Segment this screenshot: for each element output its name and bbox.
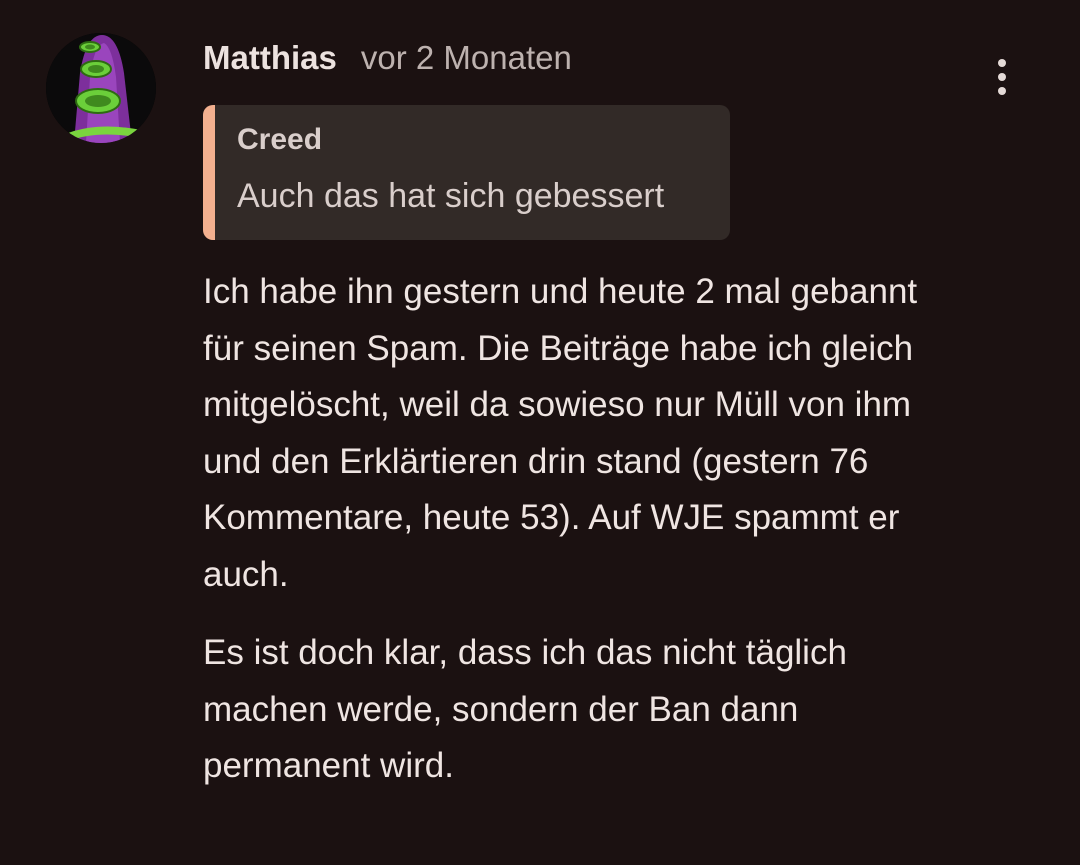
- comment-paragraph-1: Ich habe ihn gestern und heute 2 mal geb…: [203, 272, 918, 594]
- timestamp[interactable]: vor 2 Monaten: [361, 39, 572, 77]
- quote-text: Auch das hat sich gebessert: [237, 177, 665, 215]
- more-vertical-icon-dot-3: [998, 87, 1006, 95]
- quote-author: Creed: [237, 123, 323, 156]
- comment-header: Matthias vor 2 Monaten: [203, 36, 572, 80]
- author-name[interactable]: Matthias: [203, 39, 337, 77]
- comment-paragraph-2: Es ist doch klar, dass ich das nicht täg…: [203, 633, 847, 785]
- avatar-image: [46, 33, 156, 143]
- more-vertical-icon-dot-2: [998, 73, 1006, 81]
- quote-accent-bar: [203, 105, 215, 240]
- comment-card: Matthias vor 2 Monaten Creed Auch das ha…: [0, 0, 1080, 865]
- more-vertical-icon: [998, 59, 1006, 67]
- more-options-button[interactable]: [980, 55, 1024, 99]
- comment-body: Ich habe ihn gestern und heute 2 mal geb…: [203, 264, 963, 795]
- avatar[interactable]: [46, 33, 156, 143]
- quoted-comment[interactable]: Creed Auch das hat sich gebessert: [203, 105, 730, 240]
